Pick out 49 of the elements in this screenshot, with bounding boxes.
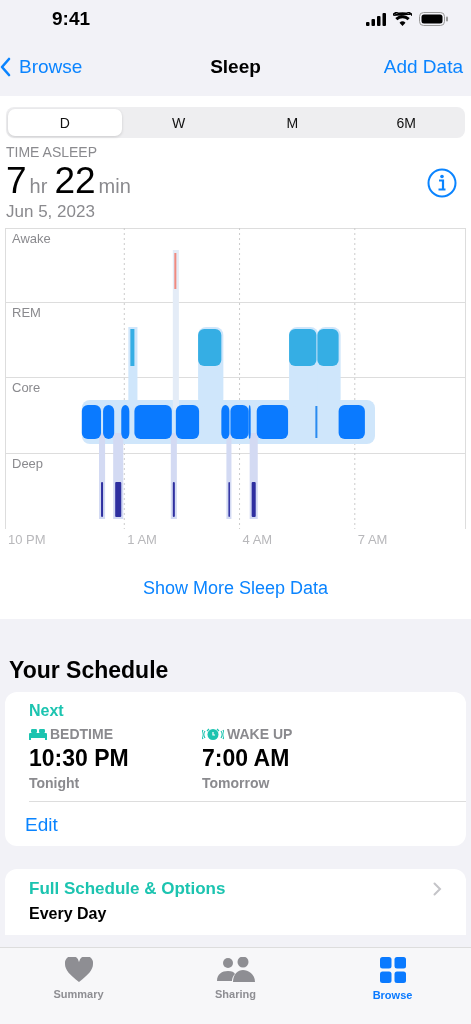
time-axis-label: 7 AM <box>356 532 388 547</box>
wifi-icon <box>393 12 412 26</box>
options-title: Full Schedule & Options <box>29 879 226 899</box>
signal-icon <box>366 12 386 26</box>
add-data-link[interactable]: Add Data <box>383 56 463 78</box>
bed-icon <box>29 728 47 740</box>
stage-label: REM <box>12 305 41 320</box>
options-card[interactable]: Full Schedule & Options Every Day <box>5 869 466 935</box>
tab-item[interactable]: Browse <box>314 948 471 1024</box>
stage-label: Core <box>12 380 41 395</box>
schedule-time: 10:30 PM <box>29 745 130 772</box>
heart-icon <box>64 957 93 982</box>
range-tab[interactable]: 6M <box>349 109 463 136</box>
battery-icon <box>419 12 449 26</box>
grid-icon <box>379 957 406 983</box>
schedule-label: BEDTIME <box>50 726 113 742</box>
minutes-value: 22 <box>54 160 96 202</box>
schedule-day: Tomorrow <box>202 775 375 791</box>
alarm-clock-icon <box>202 727 224 741</box>
time-axis-label: 10 PM <box>7 532 46 547</box>
date-label: Jun 5, 2023 <box>6 202 96 222</box>
tab-item[interactable]: Sharing <box>157 948 314 1024</box>
page-title: Sleep <box>210 56 261 78</box>
edit-link[interactable]: Edit <box>25 814 466 836</box>
stage-label: Awake <box>12 231 51 246</box>
tab-item[interactable]: Summary <box>0 948 157 1024</box>
hours-unit: hr <box>29 175 48 198</box>
chevron-left-icon <box>0 57 11 77</box>
minutes-unit: min <box>98 175 131 198</box>
options-subtitle: Every Day <box>29 905 108 923</box>
schedule-time: 7:00 AM <box>202 745 291 772</box>
next-label: Next <box>29 702 65 720</box>
schedule-day: Tonight <box>29 775 202 791</box>
status-time: 9:41 <box>52 8 91 30</box>
hours-value: 7 <box>6 160 27 202</box>
time-asleep-label: TIME ASLEEP <box>6 144 99 160</box>
range-tab[interactable]: D <box>8 109 122 136</box>
time-axis-label: 4 AM <box>241 532 273 547</box>
schedule-label: WAKE UP <box>227 726 293 742</box>
people-icon <box>216 957 255 982</box>
stage-label: Deep <box>12 456 44 471</box>
show-more-link[interactable]: Show More Sleep Data <box>5 578 466 599</box>
chevron-right-icon <box>433 882 442 896</box>
range-tab[interactable]: W <box>121 109 236 136</box>
range-tab[interactable]: M <box>235 109 350 136</box>
info-icon[interactable] <box>427 168 457 198</box>
section-heading: Your Schedule <box>9 657 170 684</box>
time-axis-label: 1 AM <box>126 532 157 547</box>
back-link[interactable]: Browse <box>0 56 83 78</box>
